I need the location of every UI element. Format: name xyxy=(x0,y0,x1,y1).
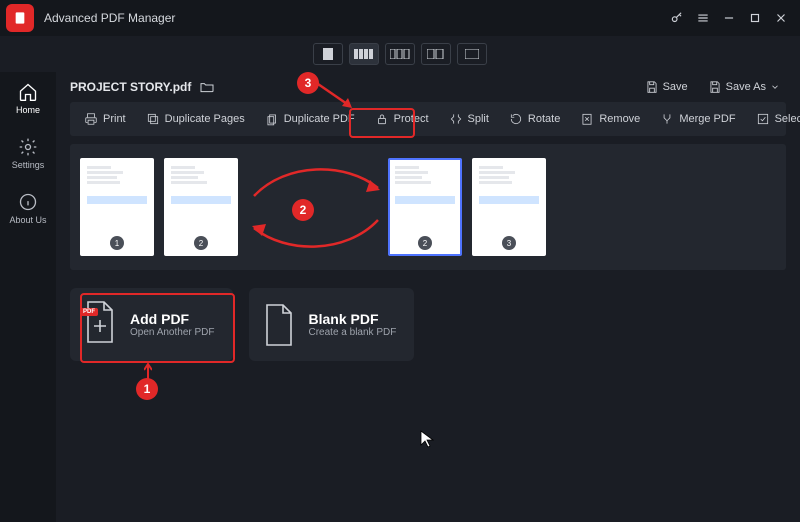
annotation-marker-1: 1 xyxy=(136,378,158,400)
sidebar-item-about[interactable]: About Us xyxy=(0,188,56,229)
card-subtitle: Create a blank PDF xyxy=(309,327,397,338)
duplicate-pages-button[interactable]: Duplicate Pages xyxy=(138,108,253,130)
save-icon xyxy=(645,80,659,94)
view-mode-strip[interactable] xyxy=(349,43,379,65)
chevron-down-icon xyxy=(770,82,780,92)
document-header: PROJECT STORY.pdf Save Save As xyxy=(70,72,786,102)
app-title: Advanced PDF Manager xyxy=(44,11,175,25)
print-icon xyxy=(84,112,98,126)
copy-icon xyxy=(146,112,160,126)
select-all-icon xyxy=(756,112,770,126)
merge-pdf-button[interactable]: Merge PDF xyxy=(652,108,743,130)
view-mode-grid-3[interactable] xyxy=(385,43,415,65)
app-window: Advanced PDF Manager Home Settings xyxy=(0,0,800,522)
sidebar-item-label: About Us xyxy=(9,215,46,225)
print-button[interactable]: Print xyxy=(76,108,134,130)
view-mode-single[interactable] xyxy=(313,43,343,65)
save-icon xyxy=(708,80,722,94)
file-icon xyxy=(82,300,118,344)
view-mode-grid-2[interactable] xyxy=(421,43,451,65)
sidebar-item-settings[interactable]: Settings xyxy=(0,133,56,174)
page-thumbnail[interactable]: 2 xyxy=(388,158,462,256)
sidebar-item-label: Settings xyxy=(12,160,45,170)
menu-icon[interactable] xyxy=(690,5,716,31)
page-thumbnail[interactable]: 1 xyxy=(80,158,154,256)
card-title: Blank PDF xyxy=(309,311,397,327)
merge-icon xyxy=(660,112,674,126)
pdf-badge: PDF xyxy=(80,308,98,316)
duplicate-pdf-button[interactable]: Duplicate PDF xyxy=(257,108,363,130)
duplicate-icon xyxy=(265,112,279,126)
page-number-badge: 2 xyxy=(418,236,432,250)
card-subtitle: Open Another PDF xyxy=(130,327,215,338)
annotation-marker-3: 3 xyxy=(297,72,319,94)
key-icon[interactable] xyxy=(664,5,690,31)
page-number-badge: 3 xyxy=(502,236,516,250)
save-button[interactable]: Save xyxy=(639,78,694,96)
save-as-button[interactable]: Save As xyxy=(702,78,786,96)
sidebar-item-home[interactable]: Home xyxy=(0,78,56,119)
remove-button[interactable]: Remove xyxy=(572,108,648,130)
lock-icon xyxy=(375,112,389,126)
minimize-button[interactable] xyxy=(716,5,742,31)
card-title: Add PDF xyxy=(130,311,215,327)
app-logo xyxy=(6,4,34,32)
gear-icon xyxy=(18,137,38,157)
document-filename: PROJECT STORY.pdf xyxy=(70,80,191,94)
close-button[interactable] xyxy=(768,5,794,31)
folder-open-icon[interactable] xyxy=(199,79,215,95)
rotate-button[interactable]: Rotate xyxy=(501,108,568,130)
sidebar: Home Settings About Us xyxy=(0,72,56,522)
add-pdf-card[interactable]: PDF Add PDF Open Another PDF xyxy=(70,288,233,361)
page-number-badge: 2 xyxy=(194,236,208,250)
main-area: PROJECT STORY.pdf Save Save As Print xyxy=(56,72,800,522)
toolbar: Print Duplicate Pages Duplicate PDF Prot… xyxy=(70,102,786,136)
titlebar: Advanced PDF Manager xyxy=(0,0,800,36)
file-icon xyxy=(261,303,297,347)
view-mode-bar xyxy=(0,36,800,72)
split-button[interactable]: Split xyxy=(441,108,497,130)
page-number-badge: 1 xyxy=(110,236,124,250)
action-cards: PDF Add PDF Open Another PDF Blank PDF C… xyxy=(70,288,786,361)
remove-icon xyxy=(580,112,594,126)
protect-button[interactable]: Protect xyxy=(367,108,437,130)
page-thumbnail[interactable]: 3 xyxy=(472,158,546,256)
home-icon xyxy=(18,82,38,102)
annotation-marker-2: 2 xyxy=(292,199,314,221)
view-mode-fit[interactable] xyxy=(457,43,487,65)
cursor-icon xyxy=(420,430,434,448)
page-thumbnail[interactable]: 2 xyxy=(164,158,238,256)
blank-pdf-card[interactable]: Blank PDF Create a blank PDF xyxy=(249,288,415,361)
page-thumbnails: 1 2 2 3 xyxy=(70,144,786,270)
maximize-button[interactable] xyxy=(742,5,768,31)
select-all-button[interactable]: Select All xyxy=(748,108,800,130)
info-icon xyxy=(18,192,38,212)
sidebar-item-label: Home xyxy=(16,105,40,115)
split-icon xyxy=(449,112,463,126)
rotate-icon xyxy=(509,112,523,126)
